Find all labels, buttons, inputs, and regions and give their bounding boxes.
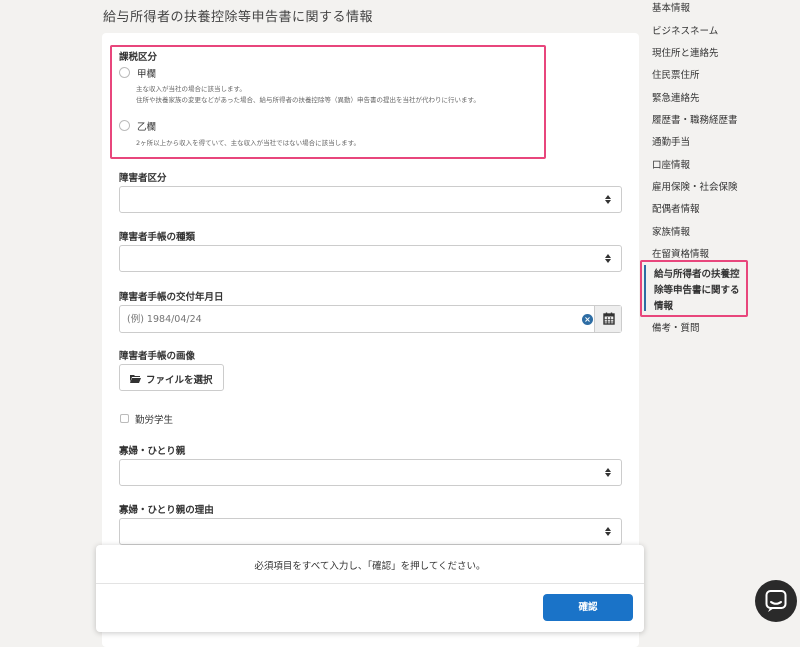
disability-book-date-field: × [119,305,622,333]
sidebar-item-insurance[interactable]: 雇用保険・社会保険 [652,179,738,193]
sidebar-item-business-name[interactable]: ビジネスネーム [652,23,718,37]
sidebar-item-family[interactable]: 家族情報 [652,224,690,238]
working-student-label[interactable]: 勤労学生 [135,412,173,426]
file-select-label: ファイルを選択 [146,375,213,386]
sidebar-item-bank[interactable]: 口座情報 [652,157,690,171]
footer-bar: 必須項目をすべて入力し、「確認」を押してください。 確認 [96,545,644,632]
radio-kou-desc-2: 住所や扶養家族の変更などがあった場合、給与所得者の扶養控除等（異動）申告書の提出… [136,96,480,104]
confirm-button[interactable]: 確認 [543,594,633,621]
working-student-checkbox[interactable] [120,414,129,423]
disability-book-date-label: 障害者手帳の交付年月日 [119,292,224,303]
sidebar-item-residence-status[interactable]: 在留資格情報 [652,246,709,260]
disability-category-label: 障害者区分 [119,173,167,184]
select-caret-icon [605,194,611,206]
disability-book-type-label: 障害者手帳の種類 [119,232,196,243]
widow-single-parent-select[interactable] [119,459,622,486]
disability-book-image-label: 障害者手帳の画像 [119,351,196,362]
widow-single-parent-label: 寡婦・ひとり親 [119,446,186,457]
tax-category-label: 課税区分 [119,52,158,63]
radio-otsu[interactable] [119,120,130,131]
radio-kou[interactable] [119,67,130,78]
radio-otsu-label[interactable]: 乙欄 [137,119,156,133]
footer-divider [96,583,644,584]
sidebar-item-address-contact[interactable]: 現住所と連絡先 [652,45,719,59]
chat-button[interactable] [755,580,797,622]
select-caret-icon [605,467,611,479]
sidebar-item-resident-address[interactable]: 住民票住所 [652,67,700,81]
select-caret-icon [605,526,611,538]
calendar-button[interactable] [594,306,621,332]
active-indicator [644,265,646,311]
sidebar-item-notes[interactable]: 備考・質問 [652,320,700,334]
chat-icon [765,590,787,612]
section-title: 給与所得者の扶養控除等申告書に関する情報 [103,10,374,25]
disability-book-type-select[interactable] [119,245,622,272]
sidebar-item-basic-info[interactable]: 基本情報 [652,0,690,14]
file-select-button[interactable]: ファイルを選択 [119,364,224,391]
widow-single-parent-reason-label: 寡婦・ひとり親の理由 [119,505,214,516]
sidebar-item-resume[interactable]: 履歴書・職務経歴書 [652,112,738,126]
sidebar-item-commute[interactable]: 通勤手当 [652,134,690,148]
calendar-icon [603,312,615,325]
radio-otsu-desc-1: 2ヶ所以上から収入を得ていて、主な収入が当社ではない場合に該当します。 [136,139,360,147]
select-caret-icon [605,253,611,265]
widow-single-parent-reason-select[interactable] [119,518,622,545]
sidebar-item-dependent-deduction[interactable]: 給与所得者の扶養控除等申告書に関する情報 [640,260,748,317]
sidebar-item-emergency-contact[interactable]: 緊急連絡先 [652,90,700,104]
sidebar-item-spouse[interactable]: 配偶者情報 [652,201,700,215]
footer-message: 必須項目をすべて入力し、「確認」を押してください。 [254,561,486,572]
folder-icon [130,375,141,383]
date-input[interactable] [120,306,590,332]
clear-icon[interactable]: × [582,314,593,325]
sidebar-item-dependent-deduction-label: 給与所得者の扶養控除等申告書に関する情報 [654,269,740,312]
disability-category-select[interactable] [119,186,622,213]
radio-kou-label[interactable]: 甲欄 [137,66,156,80]
radio-kou-desc-1: 主な収入が当社の場合に該当します。 [136,85,246,93]
